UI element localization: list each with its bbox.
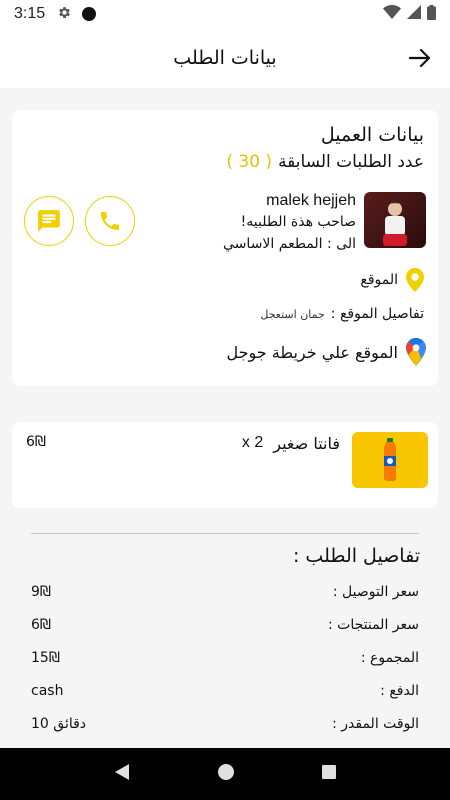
item-name: فانتا صغير — [273, 434, 340, 453]
system-nav-bar — [0, 748, 450, 800]
estimated-time-value: 10 دقائق — [31, 716, 87, 732]
detail-row-products: 6₪ سعر المنتجات : — [31, 617, 419, 633]
call-button[interactable] — [85, 196, 135, 246]
arrow-right-icon — [409, 48, 431, 68]
detail-row-payment: cash الدفع : — [31, 683, 419, 699]
customer-avatar — [364, 192, 426, 248]
detail-row-total: 15₪ المجموع : — [31, 650, 419, 666]
location-details: تفاصيل الموقع : جمان استعجل — [260, 306, 424, 322]
circle-home-icon — [218, 764, 234, 780]
chat-button[interactable] — [24, 196, 74, 246]
back-arrow-button[interactable] — [406, 44, 434, 72]
previous-orders-count: ( 30 ) — [226, 152, 273, 172]
estimated-time-label: الوقت المقدر : — [332, 716, 419, 732]
location-row[interactable]: الموقع — [360, 268, 424, 292]
fanta-bottle-icon — [384, 438, 396, 481]
wifi-icon — [383, 5, 401, 23]
nav-back-button[interactable] — [113, 763, 131, 785]
settings-gear-icon — [57, 5, 72, 24]
square-recents-icon — [322, 765, 336, 779]
previous-orders: عدد الطلبات السابقة ( 30 ) — [226, 152, 424, 172]
status-icons — [383, 4, 436, 24]
detail-row-delivery: 9₪ سعر التوصيل : — [31, 584, 419, 600]
location-label: الموقع — [360, 272, 398, 288]
chat-icon — [38, 210, 60, 232]
signal-icon — [407, 5, 421, 23]
detail-row-time: 10 دقائق الوقت المقدر : — [31, 716, 419, 732]
item-quantity: x 2 — [241, 434, 264, 451]
payment-label: الدفع : — [380, 683, 419, 699]
google-maps-link-label: الموقع علي خريطة جوجل — [226, 342, 398, 362]
customer-card: بيانات العميل عدد الطلبات السابقة ( 30 )… — [12, 110, 438, 386]
customer-section-title: بيانات العميل — [320, 124, 424, 146]
section-divider — [31, 533, 419, 534]
nav-home-button[interactable] — [217, 763, 235, 785]
order-item-card: فانتا صغير x 2 6₪ — [12, 422, 438, 508]
google-maps-link[interactable]: الموقع علي خريطة جوجل — [227, 338, 426, 366]
phone-icon — [101, 212, 119, 230]
total-label: المجموع : — [360, 650, 419, 666]
order-details-title: تفاصيل الطلب : — [292, 545, 420, 567]
destination-label: الى : المطعم الاساسي — [223, 236, 356, 252]
status-time: 3:15 — [14, 5, 46, 22]
notification-dot-icon — [82, 7, 97, 21]
products-price-label: سعر المنتجات : — [327, 617, 419, 633]
google-maps-icon — [406, 338, 426, 366]
person-photo-icon — [383, 201, 407, 246]
location-details-value: جمان استعجل — [260, 307, 325, 321]
nav-recents-button[interactable] — [321, 764, 337, 784]
triangle-back-icon — [115, 764, 129, 780]
page-title: بيانات الطلب — [173, 47, 277, 69]
item-name-row: فانتا صغير x 2 — [242, 434, 340, 453]
total-value: 15₪ — [31, 650, 60, 666]
status-bar: 3:15 — [0, 0, 450, 28]
order-owner-label: صاحب هذة الطلبيه! — [240, 214, 356, 230]
customer-name: malek hejjeh — [266, 192, 356, 209]
delivery-price-value: 9₪ — [31, 584, 51, 600]
battery-icon — [427, 4, 436, 24]
payment-value: cash — [31, 683, 64, 699]
app-bar: بيانات الطلب — [0, 28, 450, 88]
previous-orders-label: عدد الطلبات السابقة — [278, 152, 424, 172]
item-price: 6₪ — [26, 434, 46, 450]
location-pin-icon — [406, 268, 424, 292]
product-image — [352, 432, 428, 488]
products-price-value: 6₪ — [31, 617, 51, 633]
location-details-label: تفاصيل الموقع : — [330, 306, 424, 322]
delivery-price-label: سعر التوصيل : — [332, 584, 419, 600]
